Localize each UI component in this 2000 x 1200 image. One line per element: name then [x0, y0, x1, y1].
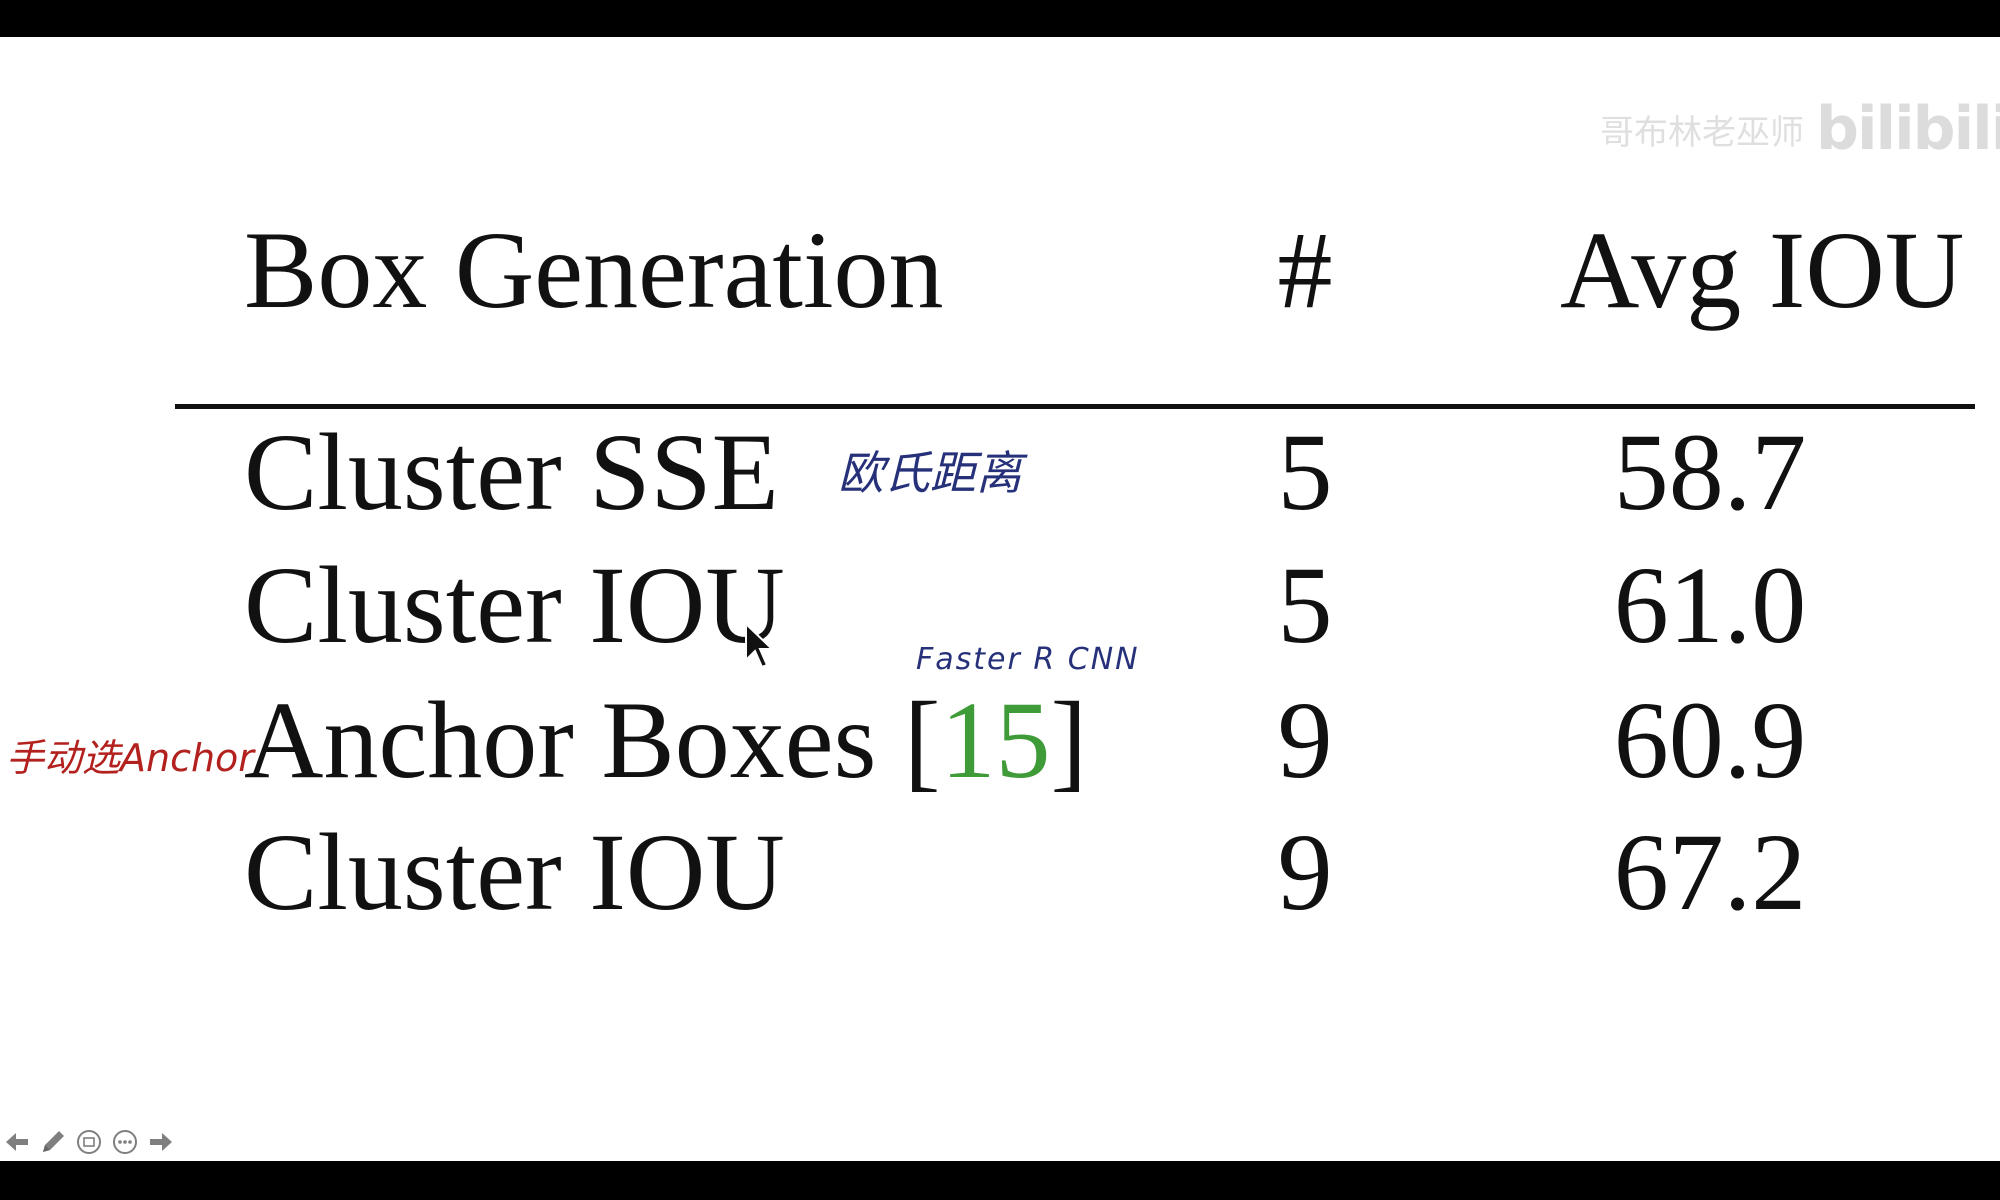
header-count: #	[1277, 209, 1333, 331]
row-3-method: Anchor Boxes [	[244, 679, 941, 801]
bottom-letterbox-bar	[0, 1161, 2000, 1200]
header-box-generation: Box Generation	[244, 209, 944, 331]
annotation-manual-anchor: 手动选Anchor	[6, 736, 254, 780]
row-1-method: Cluster SSE	[244, 411, 779, 533]
watermark-author: 哥布林老巫师	[1600, 112, 1804, 153]
more-options-button[interactable]	[110, 1127, 140, 1157]
row-4-count: 9	[1277, 811, 1333, 933]
presentation-slide: 哥布林老巫师 bilibili Box Generation # Avg IOU…	[0, 37, 2000, 1161]
row-1-count: 5	[1277, 411, 1333, 533]
annotation-faster-rcnn: Faster R CNN	[916, 642, 1140, 677]
arrow-left-icon	[6, 1133, 28, 1151]
row-2-avg-iou: 61.0	[1613, 544, 1807, 666]
bilibili-watermark: 哥布林老巫师 bilibili	[1600, 89, 2000, 169]
bilibili-logo: bilibili	[1816, 94, 2000, 164]
row-1-avg-iou: 58.7	[1613, 411, 1807, 533]
header-rule	[175, 404, 1975, 409]
slides-icon	[77, 1130, 101, 1154]
annotation-euclidean-distance: 欧氏距离	[838, 446, 1022, 500]
previous-slide-button[interactable]	[2, 1127, 32, 1157]
reference-close-bracket: ]	[1050, 679, 1088, 801]
top-letterbox-bar	[0, 0, 2000, 37]
row-3-avg-iou: 60.9	[1613, 679, 1807, 801]
slides-overview-button[interactable]	[74, 1127, 104, 1157]
more-icon	[113, 1130, 137, 1154]
pen-icon	[43, 1131, 64, 1152]
reference-number-link[interactable]: 15	[941, 679, 1051, 801]
row-3-method-cell: Anchor Boxes [15]	[244, 685, 1087, 795]
row-4-method: Cluster IOU	[244, 811, 785, 933]
row-4-avg-iou: 67.2	[1613, 811, 1807, 933]
row-3-count: 9	[1277, 679, 1333, 801]
presentation-toolbar	[2, 1127, 176, 1157]
next-slide-button[interactable]	[146, 1127, 176, 1157]
pen-tool-button[interactable]	[38, 1127, 68, 1157]
mouse-cursor-icon	[745, 622, 774, 669]
header-avg-iou: Avg IOU	[1560, 209, 1965, 331]
row-2-method: Cluster IOU	[244, 544, 785, 666]
arrow-right-icon	[150, 1133, 172, 1151]
row-2-count: 5	[1277, 544, 1333, 666]
